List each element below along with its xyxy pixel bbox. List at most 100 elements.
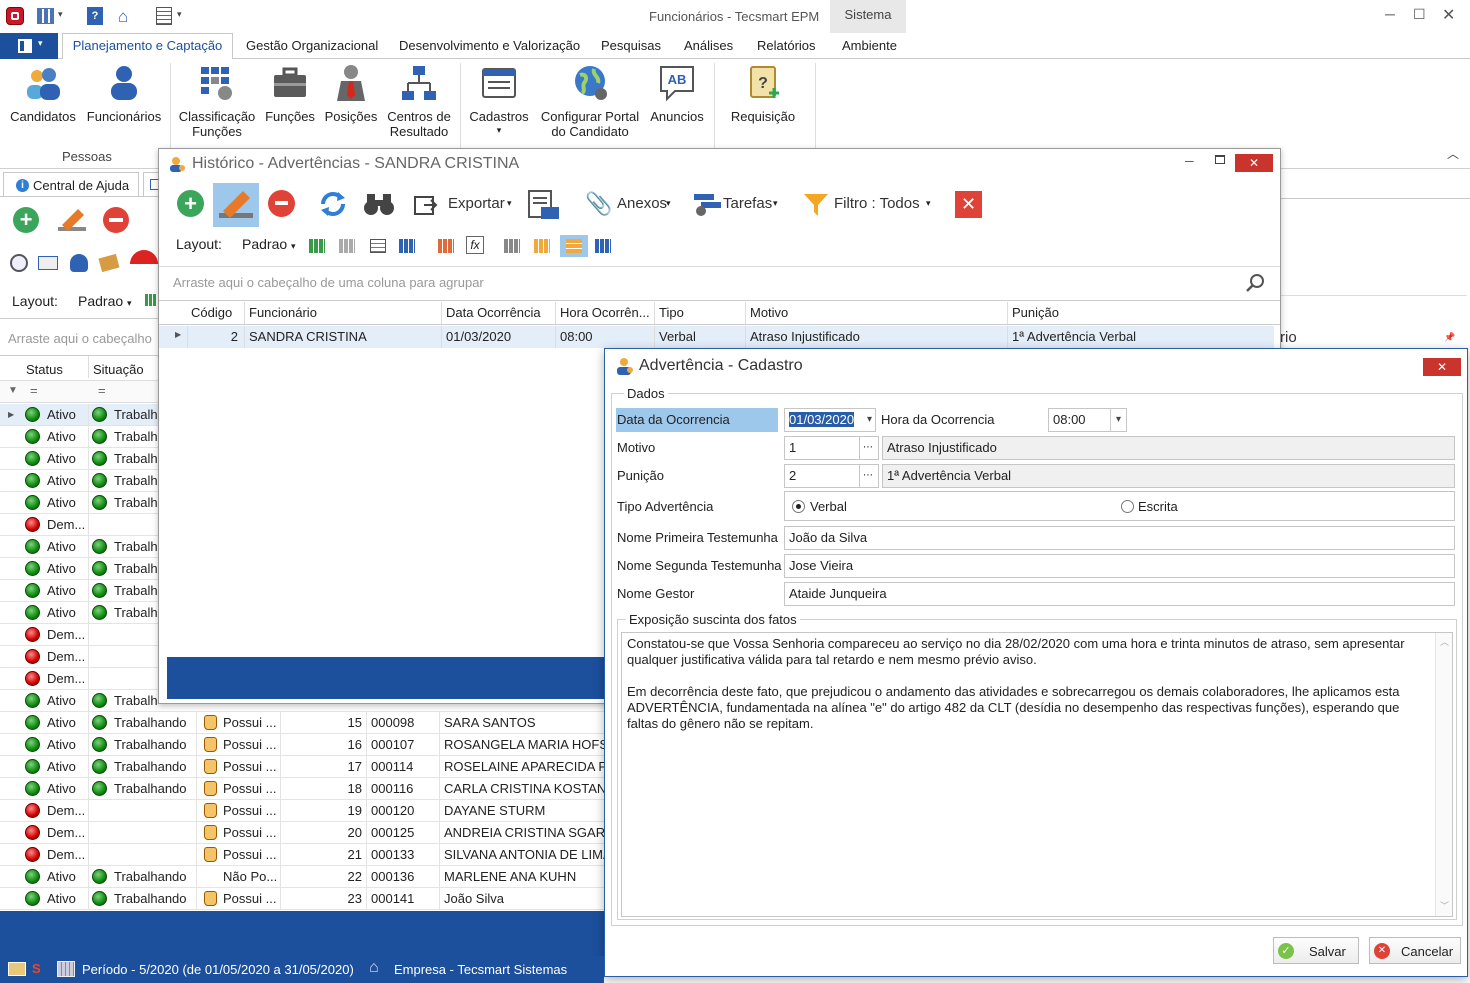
posicoes-button[interactable]: Posições (322, 63, 380, 124)
hora-ocorrencia-field[interactable]: 08:00 ▾ (1048, 408, 1127, 432)
layout-columns-icon[interactable] (370, 239, 386, 253)
filter-icon[interactable]: ▼ (8, 385, 18, 396)
filter-situacao-eq[interactable]: = (98, 383, 106, 398)
search-icon[interactable] (1245, 273, 1265, 293)
tab-gestao[interactable]: Gestão Organizacional (246, 38, 378, 53)
funcoes-button[interactable]: Funções (262, 63, 318, 124)
left-layout-select[interactable]: Padrao ▾ (78, 293, 132, 309)
close-icon[interactable]: ✕ (1442, 5, 1455, 25)
pin-icon[interactable]: 📌 (1444, 332, 1455, 343)
configurar-portal-button[interactable]: Configurar Portal do Candidato (536, 63, 644, 139)
col-codigo[interactable]: Código (187, 302, 242, 324)
historico-row[interactable]: ▶ 2 SANDRA CRISTINA 01/03/2020 08:00 Ver… (159, 326, 1274, 348)
table-row[interactable]: Ativo Trabalhando Possui ... 15 000098 SARA S… (0, 712, 605, 734)
punicao-lookup-button[interactable]: ⋯ (859, 464, 879, 488)
color-format-icon[interactable] (438, 239, 454, 253)
motivo-code-field[interactable]: 1 (784, 436, 860, 460)
layout-save-icon[interactable] (309, 239, 325, 253)
periodo-text[interactable]: Período - 5/2020 (de 01/05/2020 a 31/05/… (82, 962, 354, 977)
grid-view-icon[interactable] (504, 239, 520, 253)
app-logo-icon[interactable] (6, 7, 24, 25)
table-row[interactable]: Ativo Trabalhando Possui ... 16 000107 ROSANG… (0, 734, 605, 756)
formula-icon[interactable]: fx (466, 236, 484, 254)
table-row[interactable]: Ativo Trabalhando Não Po... 22 000136 MARLENE… (0, 866, 605, 888)
table-row[interactable]: Dem... Possui ... 20 000125 ANDREIA CRISTINA… (0, 822, 605, 844)
col-tipo[interactable]: Tipo (654, 302, 744, 324)
centros-resultado-button[interactable]: Centros de Resultado (383, 63, 455, 139)
add-icon[interactable]: + (177, 190, 204, 217)
dialog-close-button[interactable]: ✕ (1423, 358, 1461, 376)
col-data-ocorrencia[interactable]: Data Ocorrência (441, 302, 554, 324)
print-preview-icon[interactable] (527, 189, 561, 223)
export-button[interactable]: Exportar ▾ (412, 189, 522, 219)
col-funcionario[interactable]: Funcionário (244, 302, 439, 324)
tasks-button[interactable]: Tarefas ▾ (691, 189, 791, 219)
col-punicao[interactable]: Punição (1007, 302, 1277, 324)
tab-pesquisas[interactable]: Pesquisas (601, 38, 661, 53)
group-view-icon[interactable] (534, 239, 550, 253)
band-view-icon[interactable] (560, 235, 588, 257)
layout-select[interactable]: Padrao ▾ (242, 236, 296, 252)
edit-icon[interactable] (56, 207, 86, 233)
tab-desenvolvimento[interactable]: Desenvolvimento e Valorização (399, 38, 580, 53)
funcionarios-button[interactable]: Funcionários (84, 63, 164, 124)
refresh-icon[interactable] (318, 189, 348, 219)
add-icon[interactable]: + (13, 207, 39, 233)
tab-relatorios[interactable]: Relatórios (757, 38, 816, 53)
chevron-down-icon[interactable]: ▾ (177, 9, 182, 20)
cancelar-button[interactable]: ✕ Cancelar (1369, 937, 1461, 964)
radio-escrita[interactable] (1121, 500, 1134, 513)
delete-icon[interactable] (103, 207, 129, 233)
filter-button[interactable]: Filtro : Todos ▾ (801, 189, 941, 219)
tab-planejamento[interactable]: Planejamento e Captação (62, 33, 233, 60)
close-button[interactable]: ✕ (1235, 154, 1273, 172)
classificacao-funcoes-button[interactable]: Classificação Funções (175, 63, 259, 139)
tab-analises[interactable]: Análises (684, 38, 733, 53)
exposicao-textarea[interactable]: Constatou-se que Vossa Senhoria comparec… (621, 632, 1453, 917)
grid-menu-icon[interactable] (37, 8, 54, 24)
gestor-field[interactable]: Ataide Junqueira (784, 582, 1455, 606)
scroll-down-icon[interactable]: ﹀ (1440, 899, 1449, 912)
minimize-icon[interactable]: ─ (1185, 154, 1194, 168)
ambulance-icon[interactable] (38, 256, 58, 270)
anuncios-button[interactable]: AB Anuncios (646, 63, 708, 124)
minimize-icon[interactable]: ─ (1385, 6, 1395, 22)
attachments-button[interactable]: 📎 Anexos ▾ (583, 189, 683, 219)
close-history-button[interactable]: ✕ (955, 191, 982, 218)
grid-layout-icon[interactable] (145, 294, 157, 306)
binoculars-icon[interactable] (363, 191, 395, 217)
filter-status-eq[interactable]: = (30, 383, 38, 398)
table-row[interactable]: Ativo Trabalhando Possui ... 17 000114 ROSELA… (0, 756, 605, 778)
list-icon[interactable] (156, 7, 172, 25)
requisicao-button[interactable]: ? Requisição (726, 63, 800, 124)
tab-central-ajuda[interactable]: i Central de Ajuda (3, 172, 139, 196)
clock-icon[interactable] (10, 254, 28, 272)
file-menu-button[interactable]: ▾ (0, 33, 58, 59)
radio-verbal[interactable] (792, 500, 805, 513)
umbrella-icon[interactable] (130, 250, 158, 264)
help-icon[interactable]: ? (87, 7, 103, 25)
context-tab-sistema[interactable]: Sistema (830, 0, 906, 33)
col-hora-ocorrencia[interactable]: Hora Ocorrên... (555, 302, 653, 324)
motivo-lookup-button[interactable]: ⋯ (859, 436, 879, 460)
tab-ambiente[interactable]: Ambiente (842, 38, 897, 53)
table-row[interactable]: Dem... Possui ... 19 000120 DAYANE STURM (0, 800, 605, 822)
chevron-down-icon[interactable]: ▾ (58, 9, 63, 20)
candidatos-button[interactable]: Candidatos (8, 63, 78, 124)
testemunha2-field[interactable]: Jose Vieira (784, 554, 1455, 578)
edit-button[interactable] (213, 183, 259, 227)
person-lock-icon[interactable] (70, 254, 88, 272)
table-row[interactable]: Ativo Trabalhando Possui ... 23 000141 João S… (0, 888, 605, 910)
collapse-ribbon-icon[interactable]: ︿ (1447, 145, 1459, 162)
salvar-button[interactable]: ✓ Salvar (1273, 937, 1359, 964)
col-header-situacao[interactable]: Situação (93, 362, 144, 377)
col-motivo[interactable]: Motivo (745, 302, 1005, 324)
table-row[interactable]: Dem... Possui ... 21 000133 SILVANA ANTONIA … (0, 844, 605, 866)
data-ocorrencia-field[interactable]: 01/03/2020 ▾ (784, 408, 876, 432)
maximize-icon[interactable] (1215, 155, 1225, 164)
table-row[interactable]: Ativo Trabalhando Possui ... 18 000116 CARLA … (0, 778, 605, 800)
cadastros-button[interactable]: Cadastros ▾ (466, 63, 532, 136)
home-icon[interactable]: ⌂ (118, 7, 128, 27)
layout-grid-icon[interactable] (399, 239, 415, 253)
delete-icon[interactable] (268, 190, 295, 217)
